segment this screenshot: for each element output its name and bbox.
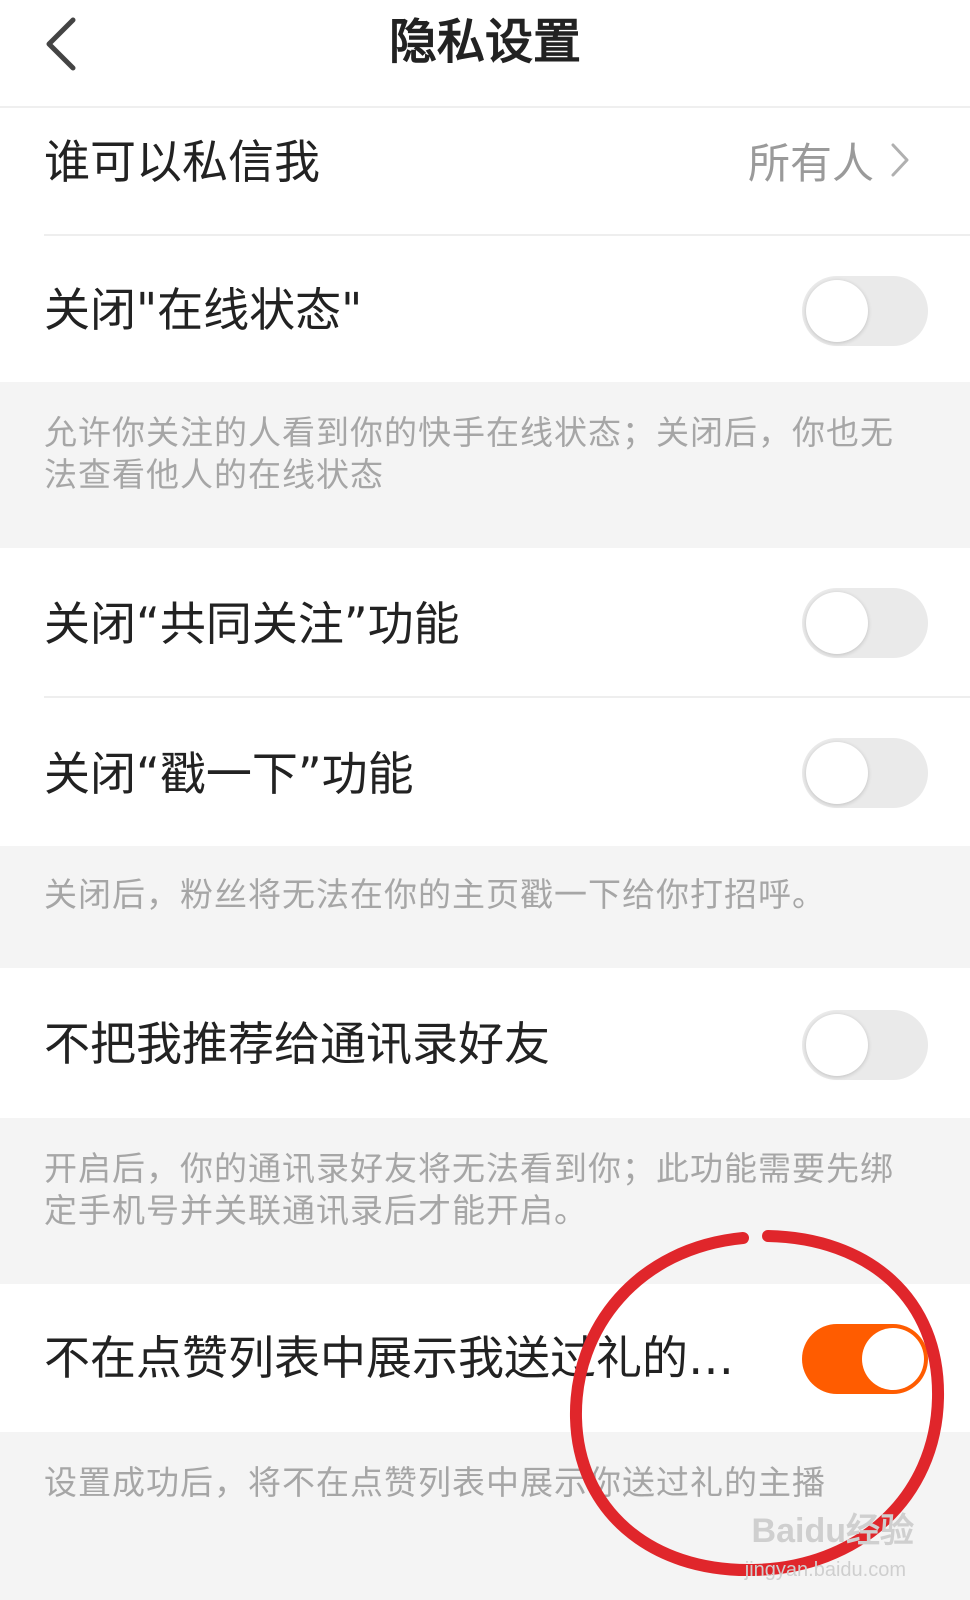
gift-list-label: 不在点赞列表中展示我送过礼的… [44,1331,734,1385]
watermark-logo: Baidu经验 [751,1512,914,1550]
toggle-knob [806,592,868,654]
toggle-knob [862,1328,924,1390]
who-can-message-value[interactable]: 所有人 [748,130,910,190]
mutual-follow-row: 关闭“共同关注”功能 [0,548,970,696]
poke-row: 关闭“戳一下”功能 [0,698,970,846]
chevron-right-icon [891,143,909,177]
mutual-follow-label: 关闭“共同关注”功能 [44,597,460,651]
contacts-label: 不把我推荐给通讯录好友 [44,1017,550,1071]
nav-header: 隐私设置 [0,0,970,108]
contacts-row: 不把我推荐给通讯录好友 [0,968,970,1118]
contacts-description-block: 开启后，你的通讯录好友将无法看到你；此功能需要先绑定手机号并关联通讯录后才能开启… [0,1118,970,1284]
who-can-message-label: 谁可以私信我 [44,135,320,189]
gift-list-row: 不在点赞列表中展示我送过礼的… [0,1284,970,1432]
online-status-row: 关闭"在线状态" [0,236,970,382]
watermark-url: jingyan.baidu.com [744,1559,906,1581]
online-status-description-block: 允许你关注的人看到你的快手在线状态；关闭后，你也无法查看他人的在线状态 [0,382,970,548]
toggle-knob [806,280,868,342]
toggle-knob [806,742,868,804]
toggle-knob [806,1014,868,1076]
poke-label: 关闭“戳一下”功能 [44,747,414,801]
poke-description: 关闭后，粉丝将无法在你的主页戳一下给你打招呼。 [44,875,826,914]
online-status-toggle[interactable] [802,276,928,346]
contacts-description: 开启后，你的通讯录好友将无法看到你；此功能需要先绑定手机号并关联通讯录后才能开启… [44,1149,894,1230]
online-status-description: 允许你关注的人看到你的快手在线状态；关闭后，你也无法查看他人的在线状态 [44,413,894,494]
gift-list-description: 设置成功后，将不在点赞列表中展示你送过礼的主播 [44,1463,826,1502]
gift-list-toggle[interactable] [802,1324,928,1394]
who-can-message-value-text: 所有人 [747,138,874,188]
mutual-follow-toggle[interactable] [802,588,928,658]
online-status-label: 关闭"在线状态" [44,283,363,337]
poke-toggle[interactable] [802,738,928,808]
poke-description-block: 关闭后，粉丝将无法在你的主页戳一下给你打招呼。 [0,846,970,968]
contacts-toggle[interactable] [802,1010,928,1080]
page-title: 隐私设置 [388,14,581,70]
